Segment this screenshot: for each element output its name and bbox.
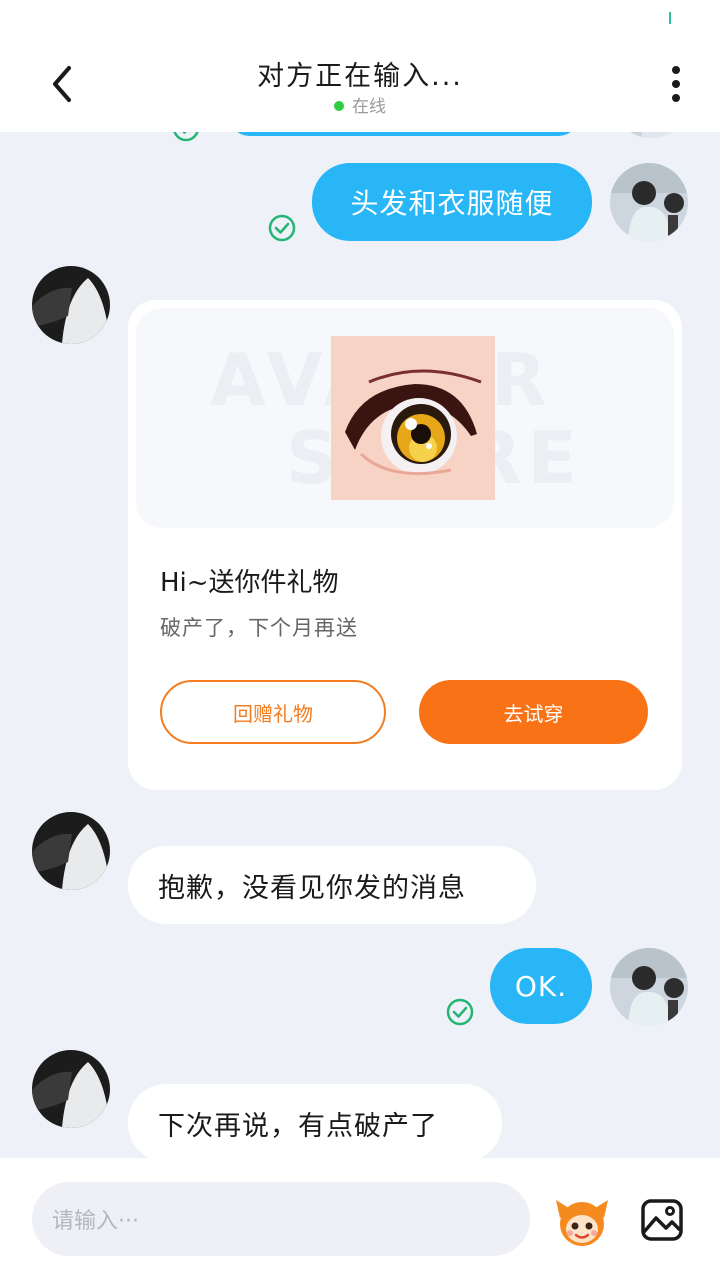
gift-item-image[interactable] — [331, 336, 495, 500]
emoji-button[interactable] — [554, 1196, 610, 1248]
previous-message-bubble — [228, 132, 580, 136]
message-bubble-other[interactable]: 下次再说，有点破产了 — [128, 1084, 502, 1158]
my-avatar[interactable] — [610, 948, 688, 1026]
more-options-button[interactable] — [660, 58, 692, 110]
more-vertical-icon — [672, 66, 680, 102]
status-indicator — [669, 12, 671, 24]
image-icon — [641, 1199, 683, 1241]
my-avatar[interactable] — [612, 132, 690, 138]
back-button[interactable] — [36, 58, 88, 110]
contact-avatar[interactable] — [32, 1050, 110, 1128]
message-bubble-me[interactable]: 头发和衣服随便 — [312, 163, 592, 241]
read-check-icon — [446, 998, 474, 1026]
return-gift-button[interactable]: 回赠礼物 — [160, 680, 386, 744]
composer-bar: 请输入··· — [0, 1158, 720, 1280]
contact-avatar[interactable] — [32, 812, 110, 890]
gift-subtitle: 破产了，下个月再送 — [160, 616, 358, 640]
chat-title: 对方正在输入... — [257, 61, 463, 92]
message-bubble-me[interactable]: OK. — [490, 948, 592, 1024]
message-list[interactable]: 头发和衣服随便 AVATAR STORE — [0, 132, 720, 1158]
read-check-icon — [173, 132, 199, 142]
gift-message-card[interactable]: AVATAR STORE Hi~送你件礼物 破产了，下个月再送 回赠礼物 去试穿 — [128, 300, 682, 790]
read-check-icon — [268, 214, 296, 242]
online-dot — [334, 101, 344, 111]
mascot-emoji-icon — [556, 1200, 608, 1246]
back-arrow-icon — [53, 66, 71, 102]
online-status: 在线 — [260, 92, 460, 117]
send-image-button[interactable] — [640, 1198, 684, 1242]
online-status-label: 在线 — [352, 97, 386, 117]
message-input[interactable]: 请输入··· — [32, 1182, 530, 1256]
message-bubble-other[interactable]: 抱歉，没看见你发的消息 — [128, 846, 536, 924]
try-on-button[interactable]: 去试穿 — [419, 680, 648, 744]
message-input-placeholder: 请输入··· — [52, 1209, 139, 1234]
chat-header: 对方正在输入... 在线 — [0, 0, 720, 132]
gift-preview: AVATAR STORE — [136, 308, 674, 528]
contact-avatar[interactable] — [32, 266, 110, 344]
gift-title: Hi~送你件礼物 — [160, 568, 339, 598]
my-avatar[interactable] — [610, 163, 688, 241]
